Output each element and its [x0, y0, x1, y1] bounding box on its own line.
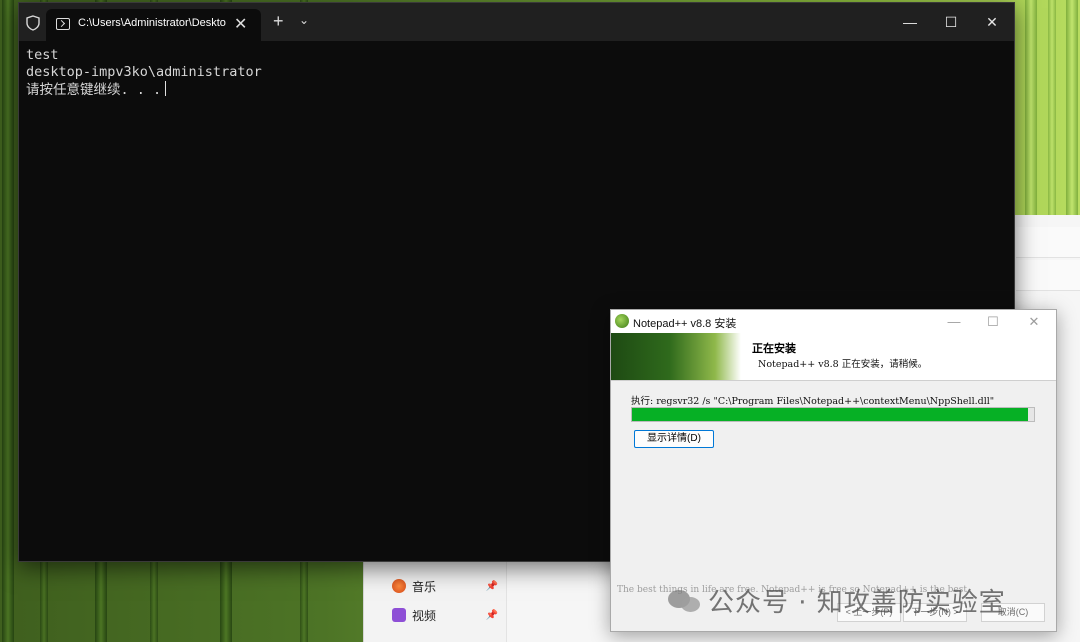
terminal-line: test [26, 47, 59, 63]
sidebar-item-video[interactable]: 视频 📌 [392, 604, 502, 626]
terminal-titlebar: C:\Users\Administrator\Desktop ✕ + ⌄ — ☐… [19, 3, 1014, 41]
close-button[interactable]: ✕ [1019, 312, 1049, 332]
new-tab-button[interactable]: + [273, 11, 284, 32]
sidebar-item-label: 音乐 [412, 579, 437, 594]
wechat-icon [668, 588, 702, 614]
minimize-button[interactable]: — [939, 312, 969, 332]
install-status-text: 执行: regsvr32 /s "C:\Program Files\Notepa… [631, 396, 995, 407]
progress-fill [632, 408, 1028, 421]
terminal-line: desktop-impv3ko\administrator [26, 64, 262, 80]
pin-icon[interactable]: 📌 [486, 610, 498, 621]
tab-dropdown-icon[interactable]: ⌄ [299, 13, 309, 27]
terminal-icon [56, 18, 70, 30]
explorer-address-area [1016, 260, 1080, 291]
music-icon [392, 579, 406, 593]
terminal-tab[interactable]: C:\Users\Administrator\Desktop ✕ [46, 9, 261, 41]
close-button[interactable]: ✕ [972, 9, 1012, 35]
tab-title: C:\Users\Administrator\Desktop [78, 17, 226, 29]
installer-heading: 正在安装 [752, 343, 796, 355]
tab-close-icon[interactable]: ✕ [234, 14, 247, 34]
shield-icon[interactable] [26, 15, 40, 31]
text-cursor [165, 81, 167, 96]
explorer-toolbar-area [1016, 227, 1080, 258]
sidebar-item-music[interactable]: 音乐 📌 [392, 575, 502, 597]
installer-banner-image [611, 333, 741, 380]
sidebar-item-label: 视频 [412, 608, 437, 623]
minimize-button[interactable]: — [890, 9, 930, 35]
installer-titlebar: Notepad++ v8.8 安装 — ☐ ✕ [611, 310, 1056, 334]
installer-title: Notepad++ v8.8 安装 [633, 318, 737, 330]
show-details-button[interactable]: 显示详情(D) [634, 430, 714, 448]
pin-icon[interactable]: 📌 [486, 581, 498, 592]
installer-header: 正在安装 Notepad++ v8.8 正在安装，请稍候。 [611, 333, 1056, 381]
video-icon [392, 608, 406, 622]
installer-subheading: Notepad++ v8.8 正在安装，请稍候。 [758, 359, 928, 370]
notepadpp-icon [615, 314, 629, 328]
watermark-text: 公众号 · 知攻善防实验室 [708, 588, 1006, 618]
watermark: 公众号 · 知攻善防实验室 [668, 582, 1006, 619]
terminal-output[interactable]: test desktop-impv3ko\administrator 请按任意键… [26, 47, 262, 99]
install-progress-bar [631, 407, 1035, 422]
terminal-line: 请按任意键继续. . . [26, 81, 262, 99]
terminal-prompt-text: 请按任意键继续. . . [26, 82, 162, 98]
maximize-button[interactable]: ☐ [978, 312, 1008, 332]
maximize-button[interactable]: ☐ [931, 9, 971, 35]
